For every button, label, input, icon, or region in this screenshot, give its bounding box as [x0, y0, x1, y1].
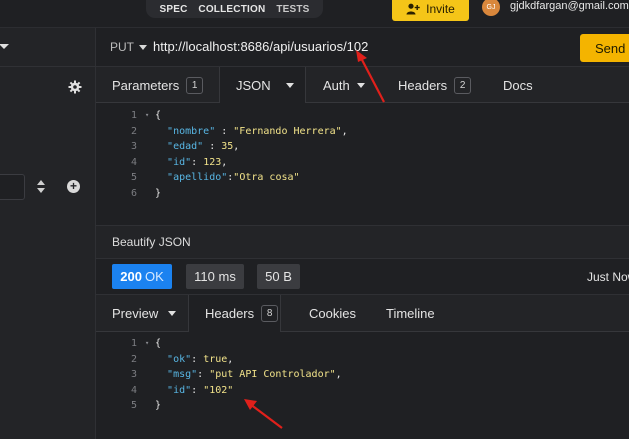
chevron-down-icon[interactable] [0, 44, 9, 49]
json-punct: } [155, 187, 162, 199]
beautify-bar: Beautify JSON [96, 225, 629, 259]
line-number: 6 [130, 187, 137, 199]
json-sep: : [191, 353, 204, 365]
json-punct: { [155, 338, 162, 349]
chevron-down-icon [139, 44, 147, 50]
line-number: 2 [130, 353, 137, 365]
line-number: 3 [130, 141, 137, 152]
line-number: 1 [130, 110, 137, 121]
tab-docs[interactable]: Docs [503, 67, 533, 103]
status-code: 200 [120, 269, 142, 284]
json-value: "Otra cosa" [233, 172, 300, 183]
json-sep: : [197, 369, 210, 380]
tab-label: Parameters [112, 77, 180, 93]
beautify-json-button[interactable]: Beautify JSON [112, 235, 191, 249]
tab-label: Cookies [309, 306, 356, 321]
sort-icon[interactable] [37, 179, 47, 195]
json-sep: : [191, 156, 204, 168]
tab-label: Docs [503, 77, 533, 93]
json-value: "put API Controlador" [209, 369, 336, 380]
status-text: OK [144, 269, 164, 284]
status-badge: 200 OK [112, 264, 172, 289]
tab-collection[interactable]: COLLECTION [198, 4, 265, 15]
line-number: 3 [130, 369, 137, 380]
invite-label: Invite [426, 2, 455, 16]
plus-circle-icon[interactable]: + [67, 180, 80, 193]
tab-label: Headers [398, 77, 448, 93]
method-label: PUT [110, 40, 134, 54]
tab-parameters[interactable]: Parameters 1 [112, 67, 204, 103]
json-value: 35 [221, 141, 234, 152]
response-size: 50 B [257, 264, 300, 289]
response-status-bar: 200 OK 110 ms 50 B Just Now [96, 259, 629, 295]
tab-json[interactable]: JSON [219, 67, 306, 104]
response-json-code[interactable]: 1 ▾{ 2 "ok": true, 3 "msg": "put API Cont… [121, 336, 342, 414]
response-time: 110 ms [186, 264, 244, 289]
invite-button[interactable]: Invite [392, 0, 469, 21]
sidebar: + [0, 28, 96, 439]
mode-tabs: SPEC COLLECTION TESTS [146, 0, 323, 18]
annotation-arrow-icon [356, 50, 385, 103]
json-punct: { [155, 110, 162, 121]
line-number: 4 [130, 156, 137, 168]
tab-label: Preview [112, 306, 159, 321]
count-badge: 1 [186, 76, 204, 94]
json-punct: } [155, 400, 162, 411]
line-number: 4 [130, 384, 137, 396]
json-sep: : [203, 141, 222, 152]
json-value: 123 [203, 156, 222, 168]
response-tabs: Preview Headers 8 Cookies Timeline [96, 295, 629, 332]
send-button[interactable]: Send [580, 34, 629, 62]
line-number: 1 [130, 338, 137, 349]
tab-timeline[interactable]: Timeline [386, 295, 435, 332]
json-key: "ok" [167, 353, 192, 365]
chevron-down-icon [168, 311, 177, 316]
chevron-down-icon [285, 83, 294, 88]
tab-label: Headers [205, 306, 255, 321]
user-plus-icon [406, 3, 420, 15]
method-select[interactable]: PUT [110, 40, 147, 54]
json-key: "id" [167, 384, 192, 396]
json-sep: : [191, 384, 204, 396]
json-key: "edad" [167, 141, 204, 152]
tab-cookies[interactable]: Cookies [309, 295, 356, 332]
response-timestamp[interactable]: Just Now [587, 270, 629, 284]
tab-label: Timeline [386, 306, 435, 321]
json-sep: , [335, 369, 342, 380]
json-key: "id" [167, 156, 192, 168]
tab-response-headers[interactable]: Headers 8 [188, 295, 281, 332]
json-value: "102" [203, 384, 234, 396]
json-sep: , [221, 156, 228, 168]
line-number: 2 [130, 125, 137, 137]
divider [0, 66, 96, 67]
tab-label: Auth [323, 77, 350, 93]
tab-spec[interactable]: SPEC [159, 4, 187, 15]
tab-label: JSON [236, 78, 271, 93]
top-bar: SPEC COLLECTION TESTS Invite GJ gjdkdfar… [0, 0, 629, 28]
gear-icon[interactable] [68, 80, 82, 94]
avatar[interactable]: GJ [482, 0, 500, 16]
annotation-arrow-icon [244, 399, 283, 429]
line-number: 5 [130, 400, 137, 411]
json-key: "msg" [167, 369, 198, 380]
count-badge: 8 [261, 305, 279, 322]
url-input[interactable]: http://localhost:8686/api/usuarios/102 [153, 39, 368, 54]
json-key: "nombre" [167, 125, 216, 137]
json-sep: , [341, 125, 348, 137]
tab-preview[interactable]: Preview [112, 295, 177, 332]
json-key: "apellido" [167, 172, 228, 183]
request-json-code[interactable]: 1 ▾{ 2 "nombre" : "Fernando Herrera", 3 "… [121, 108, 348, 201]
count-badge: 2 [454, 76, 472, 94]
json-sep: : [215, 125, 234, 137]
json-value: "Fernando Herrera" [233, 125, 342, 137]
tab-tests[interactable]: TESTS [276, 4, 309, 15]
json-sep: , [233, 141, 240, 152]
account-email[interactable]: gjdkdfargan@gmail.com [510, 0, 629, 12]
app-window: SPEC COLLECTION TESTS Invite GJ gjdkdfar… [0, 0, 629, 439]
line-number: 5 [130, 172, 137, 183]
json-value: true [203, 353, 228, 365]
tab-headers[interactable]: Headers 2 [398, 67, 472, 103]
json-sep: , [227, 353, 234, 365]
filter-input[interactable] [0, 174, 25, 200]
